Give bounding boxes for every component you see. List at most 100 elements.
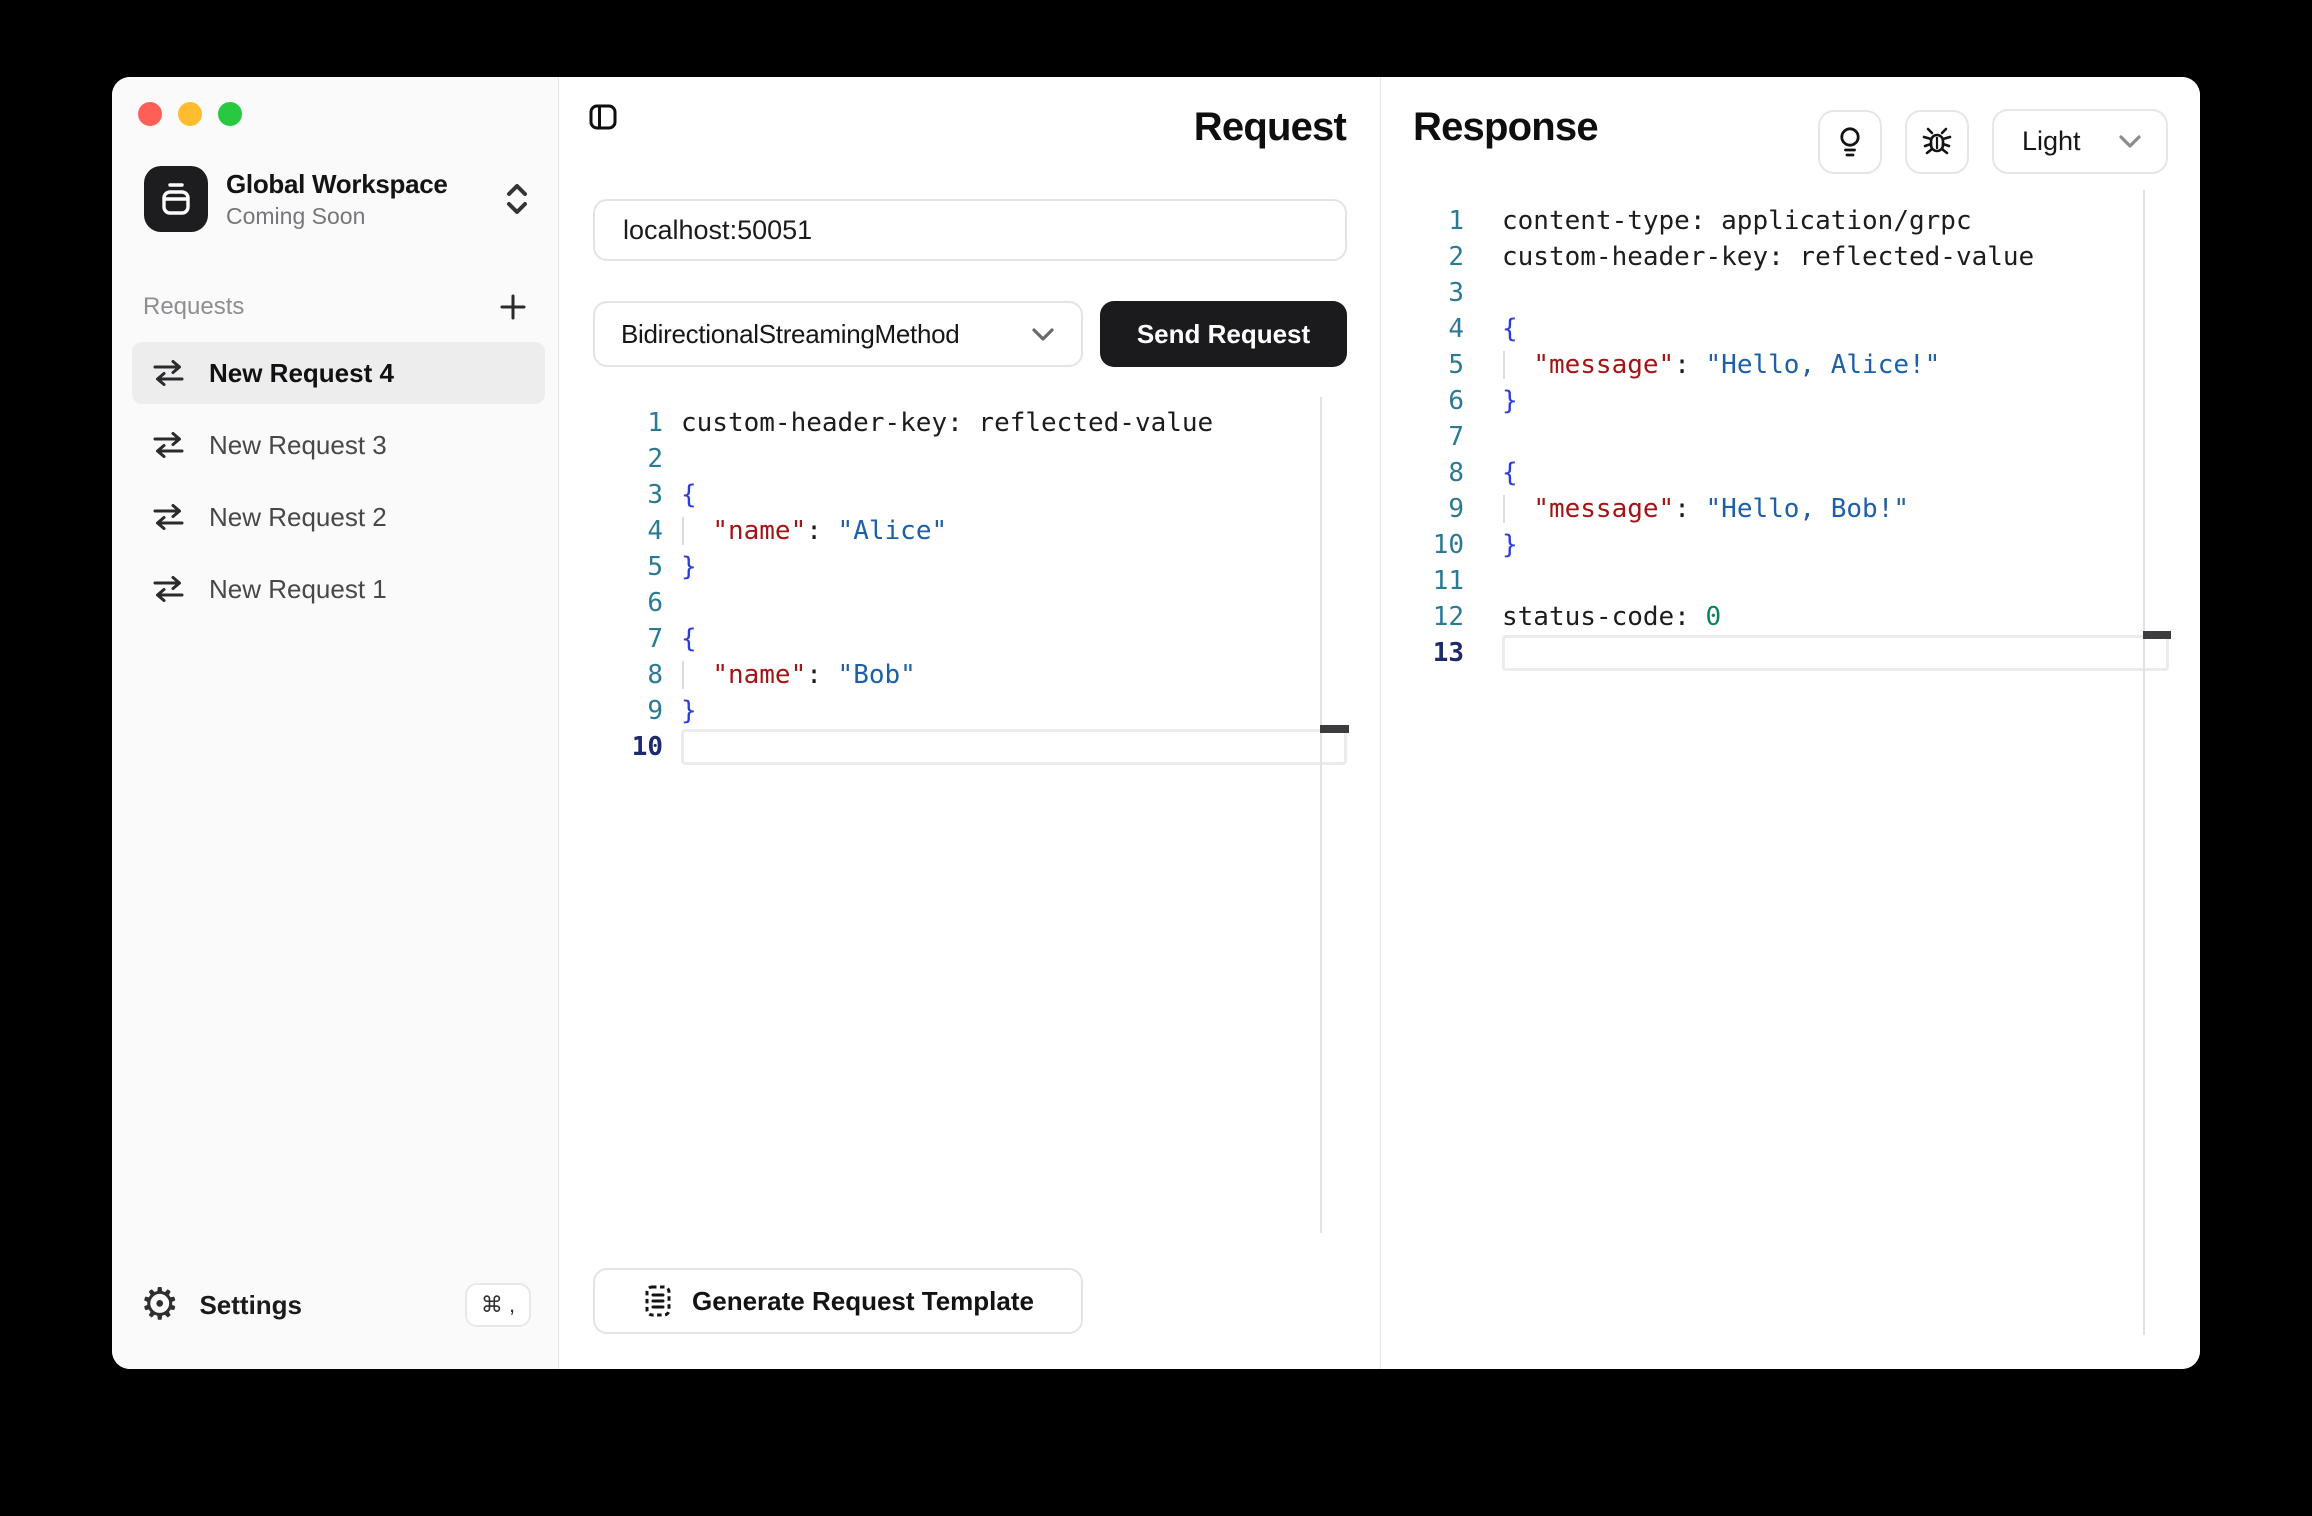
response-editor[interactable]: 1 content-type: application/grpc2custom-h… — [1413, 203, 2169, 671]
editor-line[interactable]: 10} — [1413, 527, 2169, 563]
line-content: } — [1502, 383, 2169, 419]
sidebar-item-request-4[interactable]: New Request 4 — [132, 342, 545, 404]
editor-line[interactable]: 7 — [1413, 419, 2169, 455]
bug-icon — [1920, 125, 1954, 159]
settings-button[interactable]: ⚙ Settings ⌘ , — [140, 1283, 531, 1327]
editor-line[interactable]: 6} — [1413, 383, 2169, 419]
line-content: status-code: 0 — [1502, 599, 2169, 635]
request-panel: Request BidirectionalStreamingMethod Sen… — [559, 77, 1381, 1369]
chevron-down-icon — [2118, 134, 2142, 149]
add-request-button[interactable] — [497, 291, 529, 323]
sidebar: Global Workspace Coming Soon Requests Ne… — [112, 77, 559, 1369]
editor-line[interactable]: 2custom-header-key: reflected-value — [1413, 239, 2169, 275]
request-item-label: New Request 2 — [209, 502, 387, 533]
template-chip-icon — [642, 1283, 674, 1319]
line-number: 1 — [1413, 203, 1464, 239]
response-editor-cursor-marker — [2143, 631, 2171, 639]
line-content — [681, 729, 1347, 765]
line-content: } — [1502, 527, 2169, 563]
editor-line[interactable]: 1custom-header-key: reflected-value — [593, 405, 1347, 441]
method-dropdown[interactable]: BidirectionalStreamingMethod — [593, 301, 1083, 367]
line-number: 7 — [1413, 419, 1464, 455]
minimize-window-button[interactable] — [178, 102, 202, 126]
line-content: { — [681, 477, 1347, 513]
line-content: { — [681, 621, 1347, 657]
line-content: "name": "Bob" — [681, 657, 1347, 693]
workspace-icon — [144, 166, 208, 232]
sidebar-item-request-3[interactable]: New Request 3 — [132, 414, 545, 476]
line-content: { — [1502, 455, 2169, 491]
gear-icon: ⚙ — [140, 1283, 179, 1327]
line-content: { — [1502, 311, 2169, 347]
generate-template-button[interactable]: Generate Request Template — [593, 1268, 1083, 1334]
editor-line[interactable]: 4 "name": "Alice" — [593, 513, 1347, 549]
editor-line[interactable]: 7{ — [593, 621, 1347, 657]
editor-line[interactable]: 3 — [1413, 275, 2169, 311]
line-number: 8 — [1413, 455, 1464, 491]
generate-template-label: Generate Request Template — [692, 1286, 1034, 1317]
editor-line[interactable]: 6 — [593, 585, 1347, 621]
swap-arrows-icon — [150, 430, 187, 460]
line-number: 6 — [1413, 383, 1464, 419]
theme-dropdown-value: Light — [2022, 126, 2118, 157]
server-address-input[interactable] — [593, 199, 1347, 261]
response-editor-scrollbar-track — [2143, 190, 2145, 1335]
request-editor[interactable]: 1custom-header-key: reflected-value23{4 … — [593, 405, 1347, 765]
close-window-button[interactable] — [138, 102, 162, 126]
chevron-up-down-icon — [500, 175, 534, 223]
line-number: 9 — [1413, 491, 1464, 527]
editor-line[interactable]: 9 "message": "Hello, Bob!" — [1413, 491, 2169, 527]
line-content — [1502, 635, 2169, 671]
request-list: New Request 4 New Request 3 New Request 2 N… — [132, 342, 545, 630]
editor-line[interactable]: 5} — [593, 549, 1347, 585]
request-editor-scrollbar-track — [1320, 397, 1322, 1233]
sidebar-item-request-2[interactable]: New Request 2 — [132, 486, 545, 548]
line-number: 2 — [1413, 239, 1464, 275]
settings-label: Settings — [199, 1290, 465, 1321]
debug-button[interactable] — [1905, 110, 1969, 174]
response-panel: Response — [1382, 77, 2200, 1369]
line-number: 11 — [1413, 563, 1464, 599]
editor-line[interactable]: 11 — [1413, 563, 2169, 599]
theme-dropdown[interactable]: Light — [1992, 109, 2168, 174]
editor-line[interactable]: 1 content-type: application/grpc — [1413, 203, 2169, 239]
line-content — [681, 441, 1347, 477]
editor-line[interactable]: 3{ — [593, 477, 1347, 513]
settings-shortcut-badge: ⌘ , — [465, 1283, 531, 1327]
editor-line[interactable]: 12status-code: 0 — [1413, 599, 2169, 635]
sidebar-toggle-icon[interactable] — [588, 102, 618, 132]
workspace-title: Global Workspace — [226, 169, 500, 200]
indent-guide — [682, 661, 684, 689]
editor-line[interactable]: 2 — [593, 441, 1347, 477]
workspace-selector[interactable]: Global Workspace Coming Soon — [144, 165, 534, 233]
swap-arrows-icon — [150, 574, 187, 604]
editor-line[interactable]: 8 "name": "Bob" — [593, 657, 1347, 693]
line-number: 5 — [593, 549, 663, 585]
line-content: } — [681, 549, 1347, 585]
line-number: 5 — [1413, 347, 1464, 383]
sidebar-item-request-1[interactable]: New Request 1 — [132, 558, 545, 620]
send-request-button[interactable]: Send Request — [1100, 301, 1347, 367]
indent-guide — [1503, 495, 1505, 523]
request-item-label: New Request 4 — [209, 358, 394, 389]
workspace-subtitle: Coming Soon — [226, 203, 500, 230]
request-editor-cursor-marker — [1320, 725, 1349, 733]
line-number: 13 — [1413, 635, 1464, 671]
hint-button[interactable] — [1818, 110, 1882, 174]
editor-line[interactable]: 5 "message": "Hello, Alice!" — [1413, 347, 2169, 383]
indent-guide — [682, 517, 684, 545]
indent-guide — [1503, 351, 1505, 379]
requests-section-header: Requests — [143, 291, 529, 323]
editor-line[interactable]: 4{ — [1413, 311, 2169, 347]
zoom-window-button[interactable] — [218, 102, 242, 126]
line-content: "message": "Hello, Alice!" — [1502, 347, 2169, 383]
editor-active-line[interactable]: 10 — [593, 729, 1347, 765]
swap-arrows-icon — [150, 502, 187, 532]
line-content: content-type: application/grpc — [1502, 203, 2169, 239]
editor-active-line[interactable]: 13 — [1413, 635, 2169, 671]
requests-header-label: Requests — [143, 293, 244, 321]
line-content: } — [681, 693, 1347, 729]
line-number: 2 — [593, 441, 663, 477]
editor-line[interactable]: 8{ — [1413, 455, 2169, 491]
editor-line[interactable]: 9} — [593, 693, 1347, 729]
